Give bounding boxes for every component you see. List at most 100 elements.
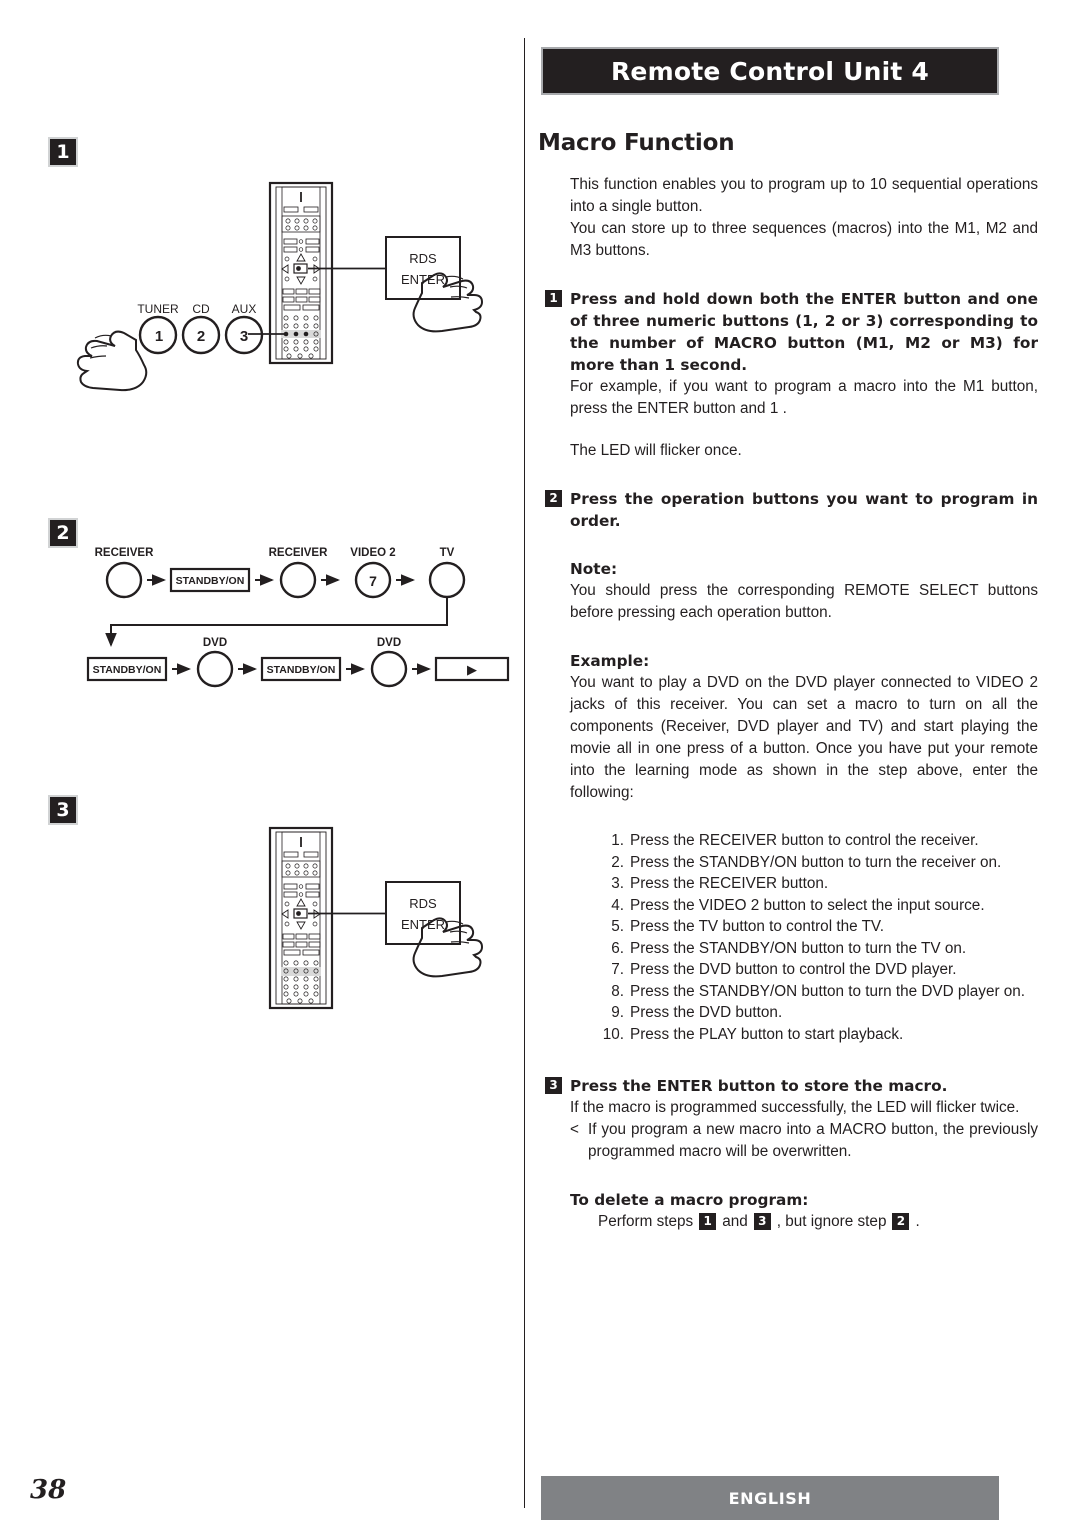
list-item: 5. Press the TV button to control the TV.: [598, 916, 1038, 938]
list-item-text: Press the STANDBY/ON button to turn the …: [630, 982, 1026, 1000]
list-item-index: 10.: [602, 1025, 624, 1043]
page-header-bar: Remote Control Unit 4: [541, 47, 999, 95]
step-2-number-badge: 2: [545, 490, 562, 507]
seq-label-receiver-1: RECEIVER: [95, 547, 154, 559]
column-divider: [524, 38, 525, 1508]
list-item-index: 6.: [611, 939, 624, 957]
list-item: 9. Press the DVD button.: [598, 1002, 1038, 1024]
remote-body-illustration: [268, 181, 334, 365]
list-item: 2. Press the STANDBY/ON button to turn th…: [598, 852, 1038, 874]
callout-rds-label-2: RDS: [409, 896, 437, 911]
seq-label-video2: VIDEO 2: [350, 547, 395, 559]
language-footer-bar: ENGLISH: [541, 1476, 999, 1520]
list-item-index: 1.: [611, 832, 624, 849]
example-label: Example:: [570, 652, 650, 670]
list-item-text: Press the TV button to control the TV.: [630, 918, 884, 935]
list-item-text: Press the RECEIVER button to control the…: [630, 832, 979, 849]
list-item-index: 4.: [611, 896, 624, 914]
delete-mid: and: [722, 1213, 748, 1230]
note-label: Note:: [570, 560, 618, 578]
overwrite-warning: < If you program a new macro into a MACRO…: [570, 1119, 1038, 1163]
delete-macro-instruction: Perform steps 1 and 3 , but ignore step 2.: [598, 1211, 1038, 1233]
seq-node-standbyon-1-label: STANDBY/ON: [176, 575, 245, 587]
list-item-text: Press the PLAY button to start playback.: [630, 1025, 904, 1043]
delete-suffix: .: [915, 1213, 920, 1230]
list-item-text: Press the STANDBY/ON button to turn the …: [630, 853, 1002, 871]
page-number: 38: [30, 1475, 67, 1505]
step-3-body: If the macro is programmed successfully,…: [570, 1099, 1020, 1116]
seq-label-dvd-1: DVD: [203, 637, 227, 649]
page-title: Remote Control Unit 4: [610, 56, 929, 86]
step-1-heading: 1 Press and hold down both the ENTER butt…: [545, 288, 1038, 376]
list-item-index: 5.: [611, 918, 624, 935]
list-item: 1. Press the RECEIVER button to control t…: [598, 830, 1038, 852]
figure-2-macro-sequence-diagram: RECEIVER STANDBY/ON RECEIVER VIDEO 2 7 T…: [86, 540, 510, 700]
source-button-number-cd: 2: [197, 328, 205, 345]
step-3-number-badge: 3: [545, 1077, 562, 1094]
delete-step-badge-1: 1: [699, 1213, 717, 1230]
list-item-index: 3.: [611, 875, 624, 892]
step-2-heading-text: Press the operation buttons you want to …: [570, 490, 1038, 530]
list-item-index: 2.: [611, 853, 624, 871]
led-once-note: The LED will flicker once.: [570, 442, 742, 459]
step-2-heading: 2 Press the operation buttons you want to…: [545, 488, 1038, 532]
seq-node-dvd-1: [196, 650, 234, 688]
pointing-hand-icon-left: [76, 330, 148, 392]
delete-step-badge-2: 2: [892, 1213, 910, 1230]
overwrite-warning-text: If you program a new macro into a MACRO …: [588, 1121, 1038, 1160]
manual-page: Remote Control Unit 4 1 RDS ENTER TUNER …: [0, 0, 1080, 1526]
seq-node-tv: [428, 561, 466, 599]
step-1-number-badge: 1: [545, 290, 562, 307]
pointing-hand-icon-right-2: [412, 917, 484, 978]
remote-select-buttons: TUNER 1 CD 2 AUX 3: [137, 302, 264, 355]
seq-node-video2-number: 7: [369, 573, 377, 589]
source-button-label-tuner: TUNER: [137, 302, 179, 316]
seq-node-standbyon-3-label: STANDBY/ON: [267, 664, 336, 676]
list-item: 3. Press the RECEIVER button.: [598, 873, 1038, 895]
delete-mid-2: , but ignore step: [776, 1213, 887, 1230]
play-icon: ▶: [467, 662, 477, 677]
seq-node-receiver-2: [279, 561, 317, 599]
seq-label-dvd-2: DVD: [377, 637, 401, 649]
list-item: 7. Press the DVD button to control the DV…: [598, 959, 1038, 981]
seq-node-dvd-2: [370, 650, 408, 688]
main-text-column: Macro Function This function enables you…: [538, 130, 1038, 1233]
list-item-index: 7.: [611, 961, 624, 978]
intro-paragraph-2: You can store up to three sequences (mac…: [570, 220, 1038, 259]
figure-2-step-marker: 2: [48, 518, 78, 548]
list-item-text: Press the VIDEO 2 button to select the i…: [630, 896, 985, 914]
delete-step-badge-3: 3: [753, 1213, 771, 1230]
list-item: 4. Press the VIDEO 2 button to select the…: [598, 895, 1038, 917]
seq-node-standbyon-2-label: STANDBY/ON: [93, 664, 162, 676]
list-item-text: Press the RECEIVER button.: [630, 875, 829, 892]
section-title: Macro Function: [538, 130, 735, 156]
source-button-number-tuner: 1: [155, 328, 163, 345]
language-label: ENGLISH: [728, 1488, 812, 1508]
note-body: You should press the corresponding REMOT…: [570, 582, 1038, 621]
bullet-marker: <: [570, 1121, 579, 1138]
callout-rds-label: RDS: [409, 251, 437, 266]
source-button-label-cd: CD: [192, 302, 210, 316]
figure-3-remote-diagram: RDS ENTER: [70, 820, 510, 1020]
source-button-number-aux: 3: [240, 328, 248, 345]
pointing-hand-icon-right: [412, 272, 484, 333]
seq-label-tv: TV: [440, 547, 455, 559]
list-item-text: Press the STANDBY/ON button to turn the …: [630, 939, 967, 957]
source-button-label-aux: AUX: [232, 302, 257, 316]
list-item-index: 9.: [611, 1004, 624, 1021]
step-1-heading-text: Press and hold down both the ENTER butto…: [570, 290, 1038, 374]
remote-body-illustration-2: [268, 826, 334, 1010]
figure-1-remote-diagram: RDS ENTER TUNER 1 CD 2 AUX 3: [70, 175, 510, 405]
intro-paragraph-1: This function enables you to program up …: [570, 176, 1038, 215]
list-item: 10. Press the PLAY button to start playba…: [598, 1024, 1038, 1046]
step-3-heading: 3 Press the ENTER button to store the mac…: [545, 1075, 1038, 1097]
list-item-text: Press the DVD button.: [630, 1004, 783, 1021]
step-1-body: For example, if you want to program a ma…: [570, 378, 1038, 417]
delete-prefix: Perform steps: [598, 1213, 694, 1230]
figure-1-step-marker: 1: [48, 137, 78, 167]
seq-label-receiver-2: RECEIVER: [269, 547, 328, 559]
list-item: 6. Press the STANDBY/ON button to turn th…: [598, 938, 1038, 960]
example-body: You want to play a DVD on the DVD player…: [570, 674, 1038, 801]
seq-node-receiver-1: [105, 561, 143, 599]
step-3-heading-text: Press the ENTER button to store the macr…: [570, 1077, 948, 1095]
